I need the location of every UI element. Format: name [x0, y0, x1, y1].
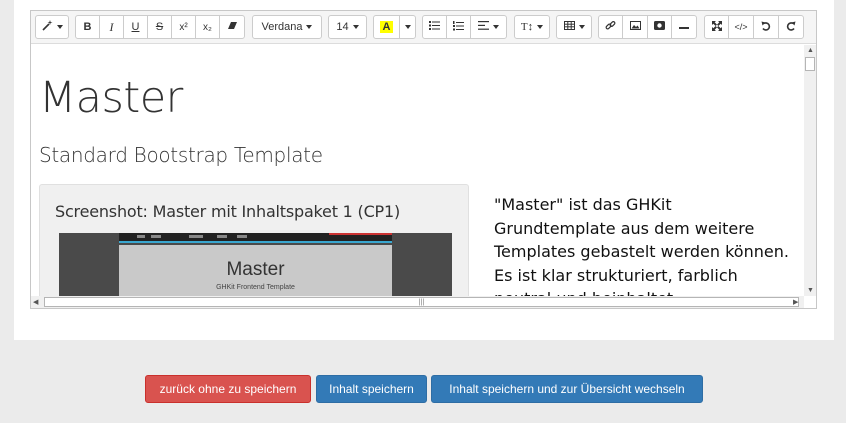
video-icon [654, 21, 665, 33]
ordered-list-icon [453, 20, 464, 34]
insert-video-button[interactable] [647, 15, 672, 39]
chevron-down-icon [306, 25, 313, 29]
font-name-value: Verdana [261, 21, 303, 33]
font-size-dropdown[interactable]: 14 [328, 15, 367, 39]
subscript-button[interactable]: x₂ [195, 15, 220, 39]
align-icon [478, 21, 489, 33]
scroll-left-icon[interactable]: ◀ [33, 299, 38, 306]
undo-button[interactable] [753, 15, 779, 39]
horizontal-rule-icon [679, 22, 689, 33]
table-icon [563, 21, 575, 33]
vertical-scroll-thumb[interactable] [805, 57, 815, 71]
redo-button[interactable] [778, 15, 804, 39]
insert-hr-button[interactable] [671, 15, 697, 39]
font-color-button[interactable]: A [373, 15, 400, 39]
chevron-down-icon [578, 25, 585, 29]
vertical-scrollbar[interactable]: ▲ ▼ [804, 45, 816, 296]
rich-text-editor: B I U S x² x₂ Verdana 14 A T↕ </> Master… [30, 10, 817, 309]
bold-button[interactable]: B [75, 15, 100, 39]
eraser-icon [227, 21, 238, 33]
editor-toolbar: B I U S x² x₂ Verdana 14 A T↕ </> [31, 11, 816, 44]
editor-content[interactable]: Master Standard Bootstrap Template Scree… [31, 45, 804, 296]
chevron-down-icon [352, 25, 359, 29]
description-paragraph: "Master" ist das GHKit Grundtemplate aus… [494, 195, 789, 296]
chevron-down-icon [404, 25, 411, 29]
unordered-list-icon [429, 21, 440, 33]
link-icon [605, 20, 616, 34]
line-height-dropdown[interactable]: T↕ [514, 15, 550, 39]
scroll-up-icon[interactable]: ▲ [807, 47, 814, 54]
scroll-down-icon[interactable]: ▼ [807, 287, 814, 294]
picture-icon [629, 21, 641, 33]
scroll-right-icon[interactable]: ▶ [793, 299, 798, 306]
horizontal-scroll-thumb[interactable]: ||| [44, 297, 799, 307]
chevron-down-icon [537, 25, 544, 29]
code-view-button[interactable]: </> [728, 15, 754, 39]
superscript-button[interactable]: x² [171, 15, 196, 39]
screenshot-well: Screenshot: Master mit Inhaltspaket 1 (C… [39, 184, 469, 296]
line-height-icon: T↕ [520, 21, 534, 33]
table-dropdown[interactable] [556, 15, 592, 39]
color-dropdown[interactable] [399, 15, 416, 39]
style-dropdown[interactable] [35, 15, 69, 39]
clear-format-button[interactable] [219, 15, 245, 39]
screenshot-title: Master [226, 259, 285, 280]
insert-picture-button[interactable] [622, 15, 648, 39]
chevron-down-icon [493, 25, 499, 29]
font-size-value: 14 [336, 21, 349, 33]
magic-wand-icon [41, 20, 53, 34]
horizontal-scrollbar[interactable]: ◀ ||| ▶ [31, 296, 804, 308]
save-button[interactable]: Inhalt speichern [316, 375, 427, 403]
redo-icon [786, 21, 796, 34]
well-title: Screenshot: Master mit Inhaltspaket 1 (C… [55, 202, 401, 221]
ordered-list-button[interactable] [446, 15, 471, 39]
strikethrough-button[interactable]: S [147, 15, 172, 39]
screenshot-subtitle: GHKit Frontend Template [216, 284, 295, 291]
font-name-dropdown[interactable]: Verdana [252, 15, 322, 39]
fullscreen-button[interactable] [704, 15, 729, 39]
underline-button[interactable]: U [123, 15, 148, 39]
screenshot-accent-bar [329, 233, 392, 235]
unordered-list-button[interactable] [422, 15, 447, 39]
code-view-icon: </> [734, 21, 748, 32]
insert-link-button[interactable] [598, 15, 623, 39]
page-subtitle: Standard Bootstrap Template [39, 143, 323, 167]
undo-icon [761, 21, 771, 34]
save-and-overview-button[interactable]: Inhalt speichern und zur Übersicht wechs… [431, 375, 703, 403]
page-title: Master [39, 73, 183, 123]
chevron-down-icon [56, 25, 63, 29]
paragraph-align-dropdown[interactable] [470, 15, 507, 39]
template-screenshot-image: Master GHKit Frontend Template [59, 233, 452, 296]
color-letter: A [379, 21, 394, 33]
italic-button[interactable]: I [99, 15, 124, 39]
screenshot-body: Master GHKit Frontend Template [119, 245, 392, 296]
fullscreen-icon [711, 20, 722, 34]
back-without-save-button[interactable]: zurück ohne zu speichern [145, 375, 311, 403]
